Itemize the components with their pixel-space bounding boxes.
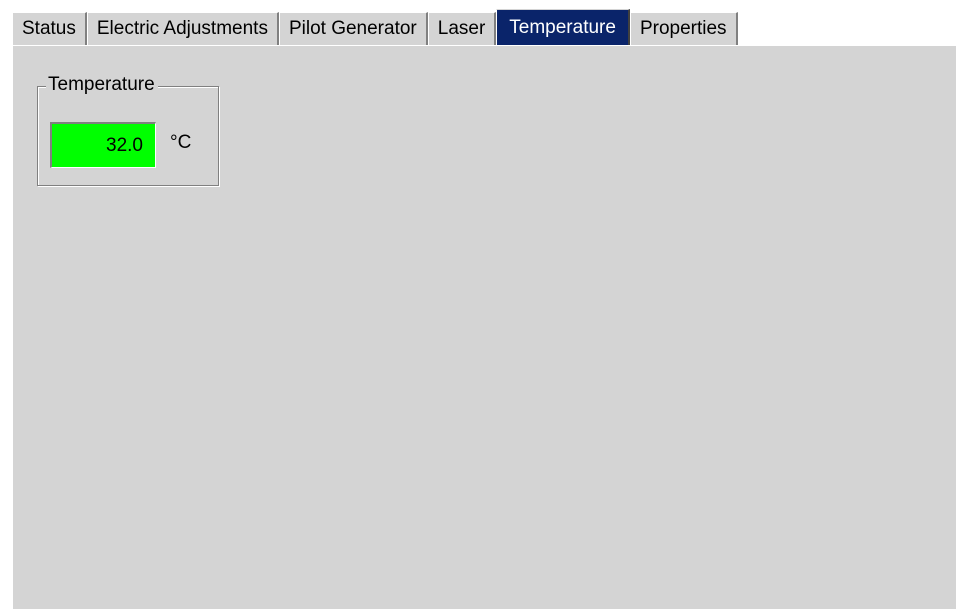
tab-properties[interactable]: Properties — [629, 12, 738, 45]
tab-status[interactable]: Status — [12, 12, 87, 45]
temperature-groupbox: Temperature 32.0 °C — [37, 74, 219, 186]
temperature-value-display: 32.0 — [50, 122, 156, 168]
tab-temperature[interactable]: Temperature — [496, 9, 630, 45]
tab-pilot-generator[interactable]: Pilot Generator — [278, 12, 428, 45]
temperature-group-title: Temperature — [46, 74, 158, 96]
tab-laser[interactable]: Laser — [427, 12, 497, 45]
tab-electric-adjustments[interactable]: Electric Adjustments — [86, 12, 279, 45]
temperature-unit-label: °C — [170, 132, 192, 153]
tab-strip: Status Electric Adjustments Pilot Genera… — [12, 9, 738, 45]
tab-panel-temperature: Temperature 32.0 °C — [12, 45, 956, 609]
window-frame: Status Electric Adjustments Pilot Genera… — [0, 0, 956, 609]
